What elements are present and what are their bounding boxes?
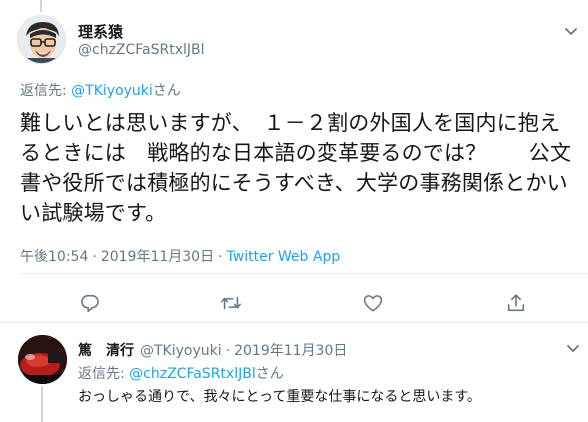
tweet-time[interactable]: 午後10:54 [20,249,88,265]
reply-to-line: 返信先: @TKiyoyukiさん [20,80,181,100]
reply-tweet[interactable]: 篤 清行 @TKiyoyuki · 2019年11月30日 返信先: @chzZCFa… [0,323,588,422]
retweet-icon[interactable] [220,292,242,314]
chevron-down-icon[interactable] [562,22,580,40]
avatar-photo [18,335,67,384]
tweet-meta: 午後10:54 · 2019年11月30日 · Twitter Web App [20,246,340,266]
avatar[interactable] [18,335,67,384]
reply-to-suffix: さん [152,83,181,99]
reply-to-suffix: さん [255,366,284,382]
chevron-down-icon[interactable] [564,339,582,357]
reply-to-handle-link[interactable]: @chzZCFaSRtxlJBl [129,366,256,382]
separator-dot: · [225,343,231,359]
separator-dot: · [218,249,223,265]
separator-dot: · [92,249,97,265]
tweet-source-app[interactable]: Twitter Web App [227,249,341,265]
reply-author-name[interactable]: 篤 清行 [78,343,134,359]
thread-line [41,386,43,422]
avatar-illustration [18,16,65,63]
avatar[interactable] [17,15,66,64]
reply-author-handle[interactable]: @TKiyoyuki [140,343,222,359]
reply-to-line: 返信先: @chzZCFaSRtxlJBlさん [78,363,284,383]
tweet-actions [0,288,588,318]
reply-date[interactable]: 2019年11月30日 [234,343,347,359]
share-icon[interactable] [505,292,527,314]
reply-text: おっしゃる通りで、我々にとって重要な仕事になると思います。 [78,389,481,405]
author-handle[interactable]: @chzZCFaSRtxlJBl [78,42,205,58]
reply-header: 篤 清行 @TKiyoyuki · 2019年11月30日 [78,340,347,360]
main-tweet: 理系猿 @chzZCFaSRtxlJBl 返信先: @TKiyoyukiさん 難… [0,0,588,322]
reply-icon[interactable] [79,292,101,314]
reply-to-prefix: 返信先: [78,366,130,382]
reply-to-handle-link[interactable]: @TKiyoyuki [71,83,153,99]
heart-icon[interactable] [362,292,384,314]
reply-to-prefix: 返信先: [20,83,72,99]
author-name[interactable]: 理系猿 [78,21,123,42]
tweet-date[interactable]: 2019年11月30日 [101,249,214,265]
tweet-text: 難しいとは思いますが、 １－２割の外国人を国内に抱えるときには 戦略的な日本語の… [20,111,572,225]
divider [20,273,588,274]
